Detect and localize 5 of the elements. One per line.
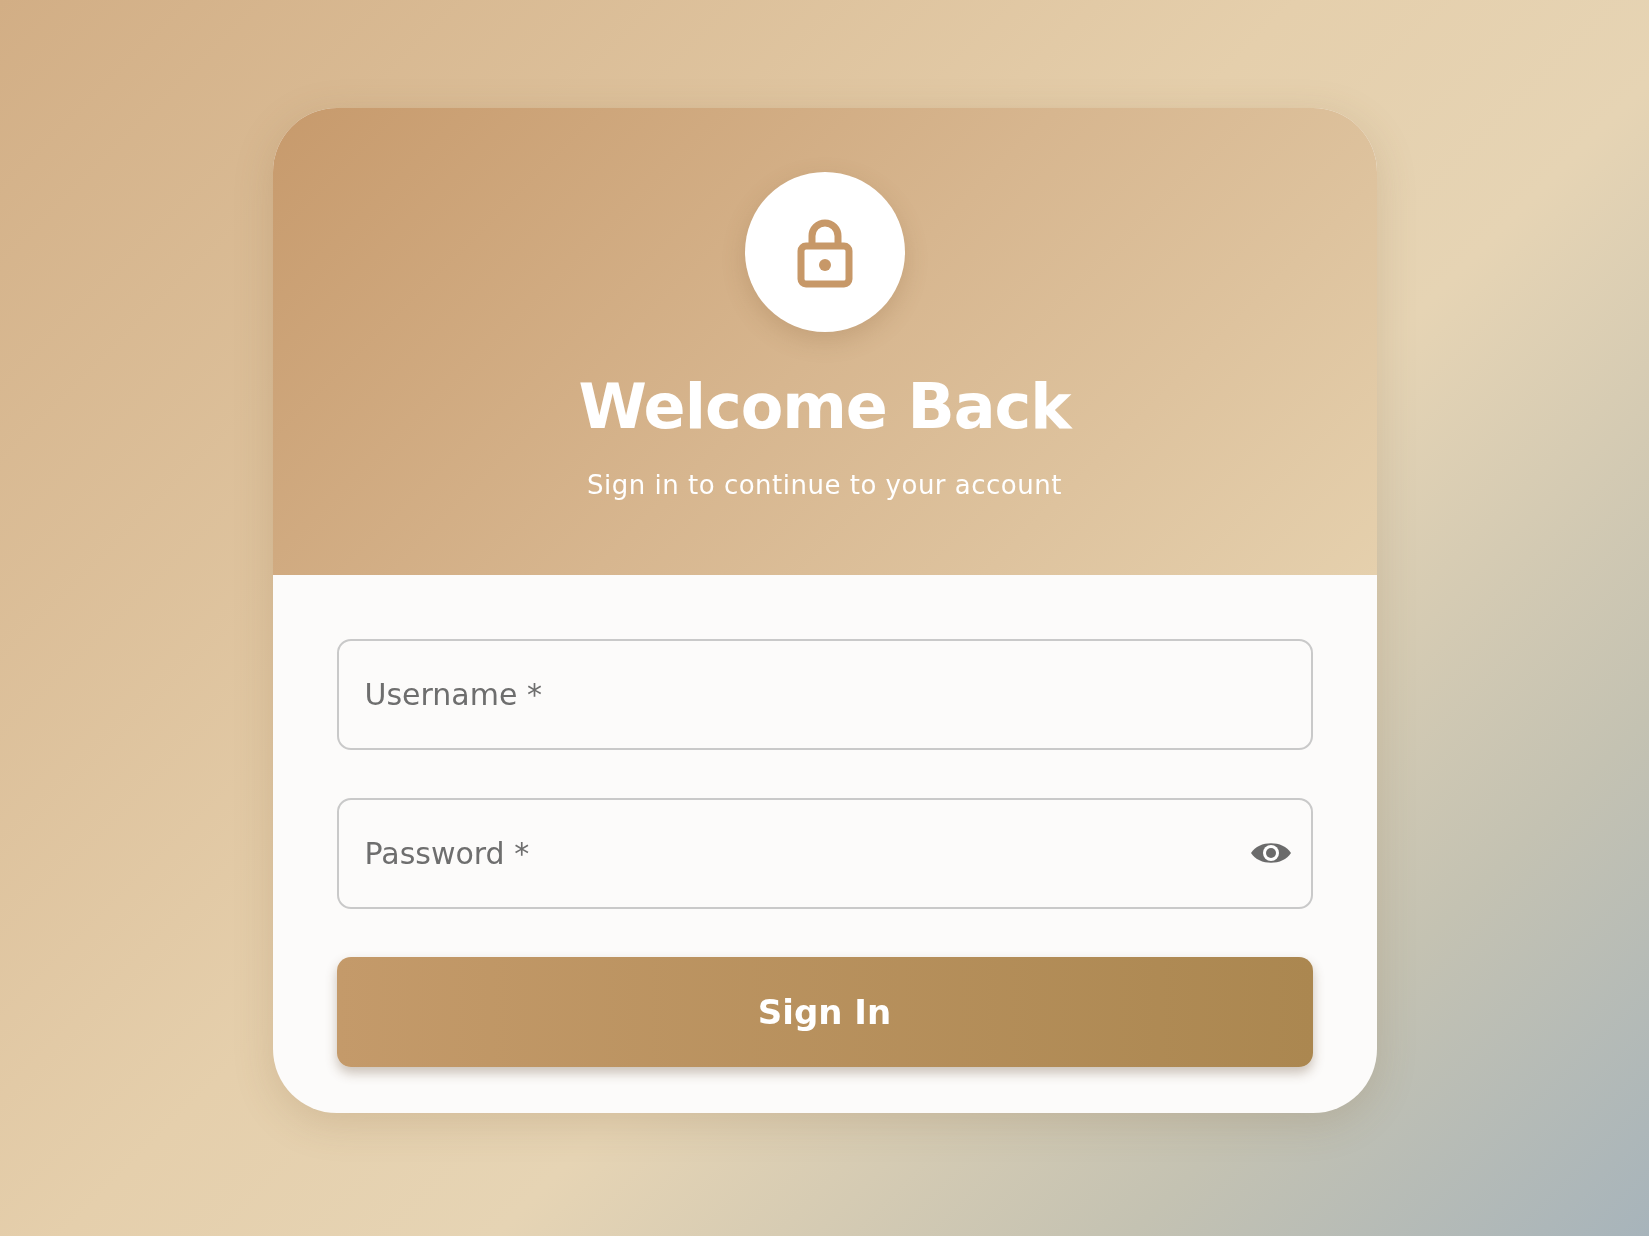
username-field[interactable]: Username * <box>336 639 1313 750</box>
password-field[interactable]: Password * <box>336 798 1313 909</box>
welcome-subtitle: Sign in to continue to your account <box>587 470 1062 501</box>
welcome-title: Welcome Back <box>578 370 1071 445</box>
sign-in-button[interactable]: Sign In <box>336 957 1313 1067</box>
